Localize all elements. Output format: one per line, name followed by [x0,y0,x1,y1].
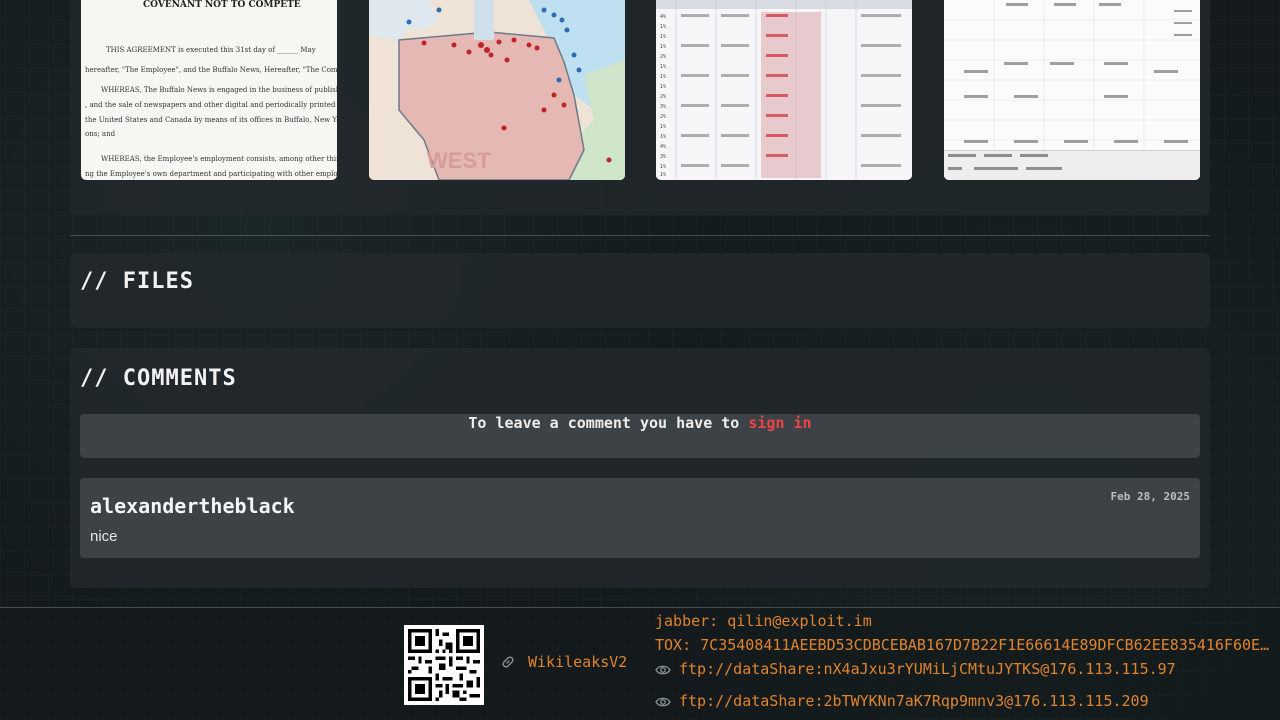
eye-icon [655,665,671,675]
svg-text:2%: 2% [660,54,666,60]
map-image: WEST [369,0,625,180]
document-line: hereafter, "The Employee", and the Buffa… [85,66,337,74]
files-heading: // FILES [80,269,194,294]
svg-text:1%: 1% [660,84,666,90]
svg-text:4%: 4% [660,14,666,20]
svg-text:1%: 1% [660,44,666,50]
ftp-link-text: ftp://dataShare:2bTWYKNn7aK7Rqp9mnv3@176… [679,692,1149,710]
svg-text:2%: 2% [660,114,666,120]
svg-text:3%: 3% [660,154,666,160]
document-line: WHEREAS, The Buffalo News is engaged in … [101,86,337,94]
document-line: the United States and Canada by means of… [85,116,337,124]
thumbnail-map[interactable]: WEST [369,0,625,180]
svg-text:3%: 3% [660,104,666,110]
svg-text:1%: 1% [660,34,666,40]
document-title: COVENANT NOT TO COMPETE [143,0,301,10]
link-icon [502,656,514,668]
comment-item: alexandertheblack Feb 28, 2025 nice [80,478,1200,558]
svg-text:1%: 1% [660,24,666,30]
map-region-label: WEST [427,148,491,173]
qr-code [404,625,484,705]
table-image: 4% 1% 1% 1% 2% 1% 1% 1% 2% 3% 2% 1% 1% 4% 3% 1% 1% [656,0,912,180]
comments-section: // COMMENTS To leave a comment you have … [70,348,1210,588]
jabber-contact: jabber: qilin@exploit.im [655,612,872,630]
signin-link[interactable]: sign in [748,414,811,432]
svg-text:1%: 1% [660,134,666,140]
document-line: ng the Employee's own department and par… [85,170,337,178]
svg-text:1%: 1% [660,164,666,170]
section-divider [70,235,1210,236]
thumbnail-spreadsheet[interactable] [944,0,1200,180]
svg-text:1%: 1% [660,64,666,70]
thumbnail-table[interactable]: 4% 1% 1% 1% 2% 1% 1% 1% 2% 3% 2% 1% 1% 4% 3% 1% 1% [656,0,912,180]
document-line: WHEREAS, the Employee's employment consi… [101,155,337,163]
signin-prompt: To leave a comment you have to sign in [80,414,1200,458]
svg-text:1%: 1% [660,172,666,178]
footer: WikileaksV2 jabber: qilin@exploit.im TOX… [0,607,1280,720]
document-line: , and the sale of newspapers and other d… [85,101,337,109]
thumbnail-document[interactable]: COVENANT NOT TO COMPETE THIS AGREEMENT i… [81,0,337,180]
svg-text:2%: 2% [660,94,666,100]
spreadsheet-image [944,0,1200,180]
comment-author: alexandertheblack [90,494,295,518]
document-line: THIS AGREEMENT is executed this 31st day… [106,46,316,54]
comment-text: nice [90,528,118,545]
document-line: ons; and [85,130,116,138]
eye-icon [655,697,671,707]
comments-heading: // COMMENTS [80,366,237,391]
files-section: // FILES [70,253,1210,328]
svg-text:1%: 1% [660,124,666,130]
svg-text:4%: 4% [660,144,666,150]
tox-contact: TOX: 7C35408411AEEBD53CDBCEBAB167D7B22F1… [655,636,1275,654]
wikileaks-link[interactable]: WikileaksV2 [528,653,627,671]
ftp-link-text: ftp://dataShare:nX4aJxu3rYUMiLjCMtuJYTKS… [679,660,1176,678]
svg-text:1%: 1% [660,74,666,80]
signin-prompt-text: To leave a comment you have to [468,414,749,432]
comment-date: Feb 28, 2025 [1110,490,1190,503]
